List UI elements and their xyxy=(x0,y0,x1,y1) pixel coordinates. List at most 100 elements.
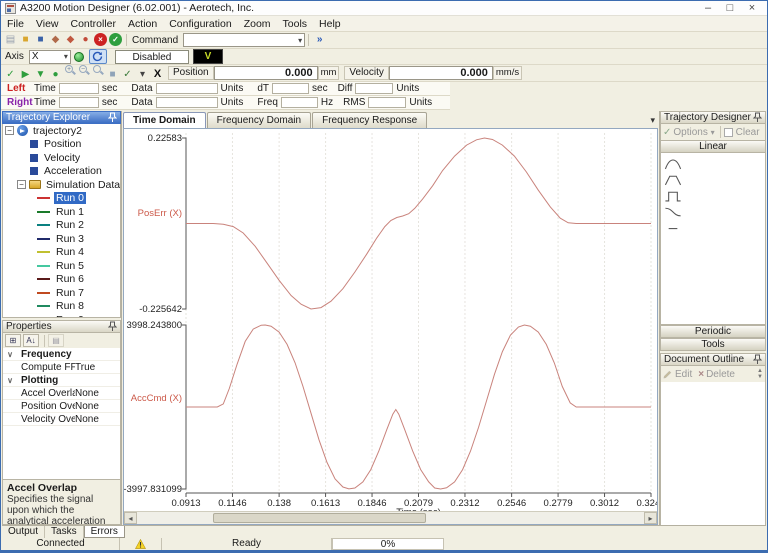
property-row[interactable]: Position OveNone xyxy=(3,400,120,413)
clear-button[interactable]: Clear xyxy=(736,127,760,138)
section-linear[interactable]: Linear xyxy=(660,140,766,153)
abort-icon[interactable]: × xyxy=(94,33,107,46)
tab-errors[interactable]: Errors xyxy=(84,526,125,538)
edit-button[interactable]: Edit xyxy=(675,369,692,380)
pin-icon[interactable] xyxy=(108,321,117,332)
tab-output[interactable]: Output xyxy=(2,526,45,538)
freq-field[interactable] xyxy=(281,97,318,108)
menu-configuration[interactable]: Configuration xyxy=(163,17,237,31)
property-value[interactable]: None xyxy=(75,388,120,399)
property-category[interactable]: ∨Frequency Domain xyxy=(3,348,120,361)
tree-item-run-8[interactable]: Run 8 xyxy=(54,300,86,312)
tree-row[interactable]: Position xyxy=(3,138,120,152)
rms-field[interactable] xyxy=(368,97,406,108)
shape-dwell-icon[interactable] xyxy=(664,221,682,234)
shape-item[interactable] xyxy=(661,155,765,171)
menu-zoom[interactable]: Zoom xyxy=(238,17,277,31)
scroll-left-icon[interactable]: ◂ xyxy=(124,512,137,524)
tab-frequency-response[interactable]: Frequency Response xyxy=(312,112,427,128)
caret-icon[interactable]: ▾ xyxy=(136,69,149,82)
property-row[interactable]: Compute FFTrue xyxy=(3,361,120,374)
document-outline-header[interactable]: Document Outline xyxy=(660,353,766,366)
send-icon[interactable]: ◆ xyxy=(64,34,77,47)
right-time-field[interactable] xyxy=(59,97,99,108)
pin-icon[interactable] xyxy=(108,112,117,123)
tree-row[interactable]: Run 1 xyxy=(3,205,120,219)
scroll-track[interactable] xyxy=(137,512,644,524)
clear-icon[interactable]: X xyxy=(151,68,164,81)
alphabetical-icon[interactable]: A↓ xyxy=(23,334,39,347)
chevron-down-icon[interactable]: ∨ xyxy=(3,350,17,359)
pan-icon[interactable]: ■ xyxy=(106,69,119,82)
tree-item-position[interactable]: Position xyxy=(42,138,83,150)
tab-tasks[interactable]: Tasks xyxy=(45,526,84,538)
tree-row[interactable]: Run 0 xyxy=(3,192,120,206)
shape-item[interactable] xyxy=(661,171,765,187)
tree-row[interactable]: Run 3 xyxy=(3,232,120,246)
tree-row[interactable]: Run 5 xyxy=(3,259,120,273)
time-domain-chart[interactable]: 0.22583-0.225642PosErr (X)3998.243800-39… xyxy=(124,129,657,515)
chart-hscrollbar[interactable]: ◂ ▸ xyxy=(124,511,657,524)
property-value[interactable]: True xyxy=(75,362,120,373)
delete-button[interactable]: Delete xyxy=(706,369,735,380)
tree-item-run-6[interactable]: Run 6 xyxy=(54,273,86,285)
collapse-icon[interactable]: − xyxy=(17,180,26,189)
fault-ack-button[interactable] xyxy=(89,49,107,64)
reset-program-icon[interactable]: ● xyxy=(79,34,92,47)
shape-hump-icon[interactable] xyxy=(664,157,682,170)
tree-item-run-7[interactable]: Run 7 xyxy=(54,287,86,299)
tree-item-run-2[interactable]: Run 2 xyxy=(54,219,86,231)
menu-view[interactable]: View xyxy=(30,17,65,31)
left-data-field[interactable] xyxy=(156,83,218,94)
menu-file[interactable]: File xyxy=(1,17,30,31)
trajectory-explorer-header[interactable]: Trajectory Explorer xyxy=(2,111,121,124)
tree-row[interactable]: Run 7 xyxy=(3,286,120,300)
property-row[interactable]: Accel OverlaNone xyxy=(3,387,120,400)
zoom-fit-icon[interactable] xyxy=(92,64,104,77)
menu-help[interactable]: Help xyxy=(313,17,347,31)
shape-item[interactable] xyxy=(661,203,765,219)
run-icon[interactable]: ▶ xyxy=(19,69,32,82)
section-tools[interactable]: Tools xyxy=(660,338,766,351)
shape-step-icon[interactable] xyxy=(664,189,682,202)
pin-icon[interactable] xyxy=(753,354,762,365)
tree-item-velocity[interactable]: Velocity xyxy=(42,152,82,164)
tree-item-acceleration[interactable]: Acceleration xyxy=(42,165,104,177)
menu-tools[interactable]: Tools xyxy=(277,17,314,31)
chevron-down-icon[interactable]: ▾ xyxy=(298,36,302,45)
tree-row[interactable]: Run 6 xyxy=(3,273,120,287)
apply-icon[interactable]: ✓ xyxy=(663,127,671,138)
tree-row[interactable]: Run 4 xyxy=(3,246,120,260)
menu-controller[interactable]: Controller xyxy=(65,17,123,31)
command-input[interactable]: ▾ xyxy=(183,33,305,47)
shape-trapezoid-icon[interactable] xyxy=(664,173,682,186)
shape-scurve-icon[interactable] xyxy=(664,205,682,218)
right-data-field[interactable] xyxy=(156,97,218,108)
record-icon[interactable]: ● xyxy=(49,69,62,82)
close-button[interactable]: × xyxy=(741,1,763,15)
download-icon[interactable]: ▼ xyxy=(34,69,47,82)
tree-row[interactable]: −trajectory2 xyxy=(3,124,120,138)
pin-icon[interactable] xyxy=(753,112,762,123)
zoom-out-icon[interactable]: − xyxy=(78,64,90,77)
accept-icon[interactable]: ✓ xyxy=(4,69,17,82)
axis-select[interactable]: X ▾ xyxy=(29,50,71,64)
tree-row[interactable]: Velocity xyxy=(3,151,120,165)
tab-list-icon[interactable]: ▾ xyxy=(650,115,655,126)
retrieve-icon[interactable]: ◆ xyxy=(49,34,62,47)
save-icon[interactable]: ■ xyxy=(34,34,47,47)
categorized-icon[interactable]: ⊞ xyxy=(5,334,21,347)
chevron-down-icon[interactable]: ∨ xyxy=(3,376,17,385)
scroll-right-icon[interactable]: ▸ xyxy=(644,512,657,524)
diff-field[interactable] xyxy=(355,83,393,94)
tree-row[interactable]: Run 2 xyxy=(3,219,120,233)
property-value[interactable]: None xyxy=(75,414,120,425)
minimize-button[interactable]: – xyxy=(697,1,719,15)
tree-item-run-1[interactable]: Run 1 xyxy=(54,206,86,218)
left-time-field[interactable] xyxy=(59,83,99,94)
open-icon[interactable]: ■ xyxy=(19,34,32,47)
outline-scroll-icons[interactable]: ▲▼ xyxy=(757,368,763,380)
properties-header[interactable]: Properties xyxy=(2,320,121,333)
delete-x-icon[interactable]: × xyxy=(698,369,704,380)
property-pages-icon[interactable]: ▤ xyxy=(48,334,64,347)
